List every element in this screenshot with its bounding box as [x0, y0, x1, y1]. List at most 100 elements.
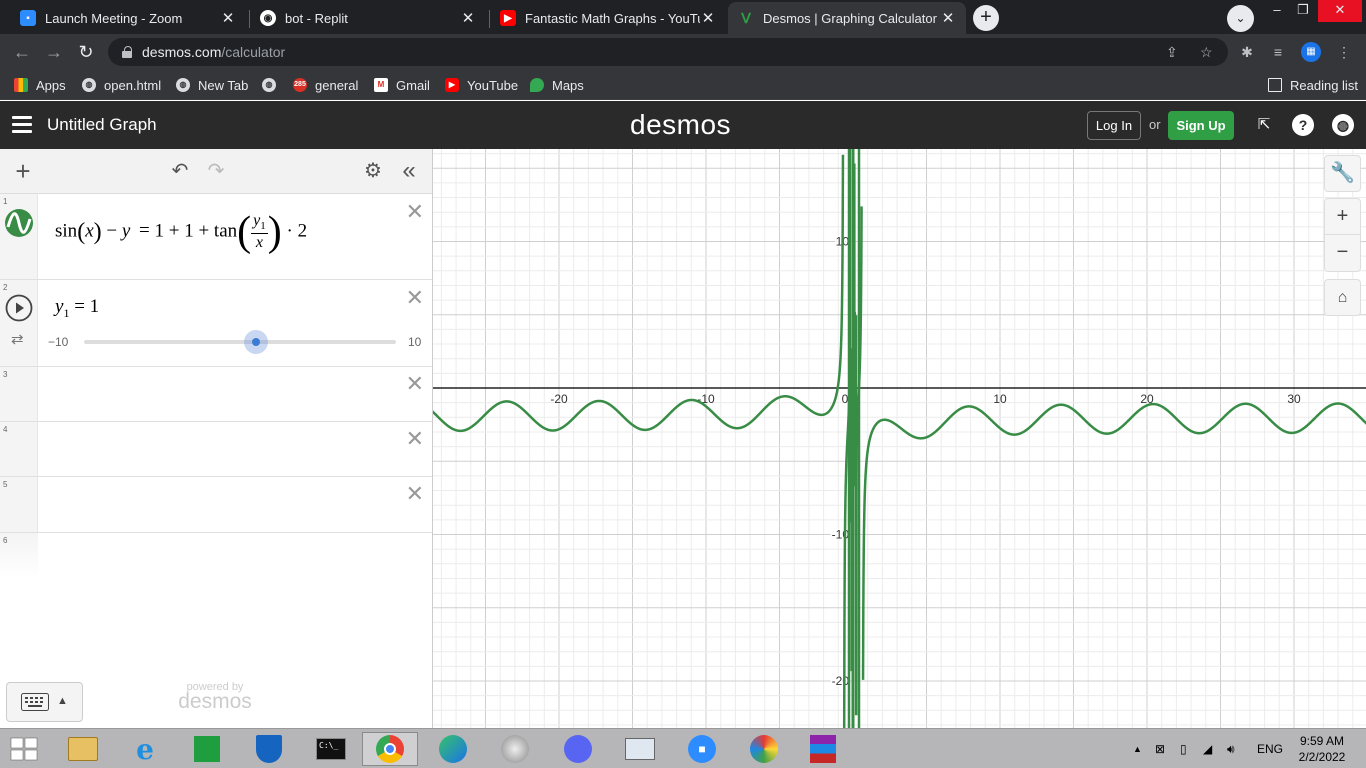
discord-badge-icon: 285: [293, 78, 307, 92]
sin-function: sin: [55, 220, 78, 242]
expression-row-1[interactable]: 1 sin(x) − y = 1 + 1 + tan(y1 x) · 2 ✕: [0, 194, 432, 280]
windows-security-icon[interactable]: [241, 732, 297, 766]
profile-avatar[interactable]: ▦: [1301, 42, 1321, 62]
expression-2-math[interactable]: y1 = 1: [55, 296, 99, 321]
show-hidden-icons[interactable]: ▲: [1133, 729, 1142, 768]
internet-explorer-icon[interactable]: e: [117, 732, 173, 766]
reading-list-button[interactable]: Reading list: [1268, 76, 1358, 94]
language-globe-icon[interactable]: ◍: [1332, 114, 1354, 136]
input-language[interactable]: ENG: [1257, 729, 1283, 768]
undo-icon[interactable]: ↶: [168, 159, 192, 183]
expression-row-5[interactable]: 5 ✕: [0, 477, 432, 533]
menu-icon[interactable]: ⋮: [1334, 42, 1354, 62]
performance-monitor-icon[interactable]: [612, 732, 668, 766]
reload-icon[interactable]: ↻: [74, 40, 98, 64]
bookmark-maps[interactable]: Maps: [530, 76, 584, 94]
slider-min-label[interactable]: −10: [48, 335, 68, 349]
close-window-icon[interactable]: ✕: [1318, 0, 1362, 22]
graph-svg[interactable]: -20 -10 0 10 20 3010-10-20: [433, 149, 1366, 729]
winrar-icon[interactable]: [795, 732, 851, 766]
delete-expression-icon[interactable]: ✕: [406, 483, 424, 505]
discord-icon[interactable]: [550, 732, 606, 766]
media-control-icon[interactable]: ≡: [1268, 42, 1288, 62]
settings-gear-icon[interactable]: ⚙: [361, 159, 385, 183]
delete-expression-icon[interactable]: ✕: [406, 428, 424, 450]
url-host: desmos.com: [142, 44, 222, 60]
close-icon[interactable]: ✕: [700, 9, 716, 27]
minimize-icon[interactable]: –: [1266, 0, 1288, 22]
bookmark-new-tab[interactable]: ◍ New Tab: [176, 76, 248, 94]
bookmark-globe[interactable]: ◍: [262, 76, 284, 94]
share-icon[interactable]: ⇪: [1166, 38, 1178, 66]
tab-zoom[interactable]: ▪ Launch Meeting - Zoom ✕: [10, 2, 246, 34]
zoom-app-icon[interactable]: ■: [674, 732, 730, 766]
x-tick-label: -10: [697, 392, 715, 406]
globe-icon: ◍: [262, 78, 276, 92]
close-icon[interactable]: ✕: [460, 9, 476, 27]
close-icon[interactable]: ✕: [220, 9, 236, 27]
file-explorer-icon[interactable]: [55, 732, 111, 766]
paint-icon[interactable]: [736, 732, 792, 766]
powered-by-desmos[interactable]: powered by desmos: [150, 681, 280, 714]
play-slider-icon[interactable]: [5, 294, 33, 322]
microsoft-store-icon[interactable]: [179, 732, 235, 766]
collapse-panel-icon[interactable]: «: [397, 159, 421, 183]
tab-desmos[interactable]: ᐯ Desmos | Graphing Calculator ✕: [728, 2, 966, 34]
back-icon[interactable]: ←: [10, 40, 34, 64]
expression-1-math[interactable]: sin(x) − y = 1 + 1 + tan(y1 x) · 2: [55, 211, 307, 253]
tab-youtube[interactable]: ▶ Fantastic Math Graphs - YouTube ✕: [490, 2, 726, 34]
redo-icon[interactable]: ↷: [204, 159, 228, 183]
tab-search-icon[interactable]: ⌄: [1227, 5, 1254, 32]
bookmark-gmail[interactable]: M Gmail: [374, 76, 430, 94]
chrome-icon[interactable]: [362, 732, 418, 766]
system-clock[interactable]: 9:59 AM 2/2/2022: [1290, 729, 1354, 768]
extensions-icon[interactable]: ✱: [1237, 42, 1257, 62]
expression-row-2[interactable]: 2 ⇄ y1 = 1 ✕: [0, 280, 432, 367]
default-zoom-home-icon[interactable]: ⌂: [1324, 279, 1361, 316]
keyboard-toggle-button[interactable]: ▲: [6, 682, 83, 722]
command-prompt-icon[interactable]: C:\_: [303, 732, 359, 766]
share-graph-icon[interactable]: ⇱: [1253, 114, 1275, 136]
wifi-signal-icon[interactable]: ◢: [1203, 729, 1212, 768]
hamburger-menu-icon[interactable]: [12, 116, 32, 134]
volume-icon[interactable]: 🔊︎: [1227, 729, 1235, 768]
delete-expression-icon[interactable]: ✕: [406, 373, 424, 395]
new-tab-button[interactable]: +: [973, 5, 999, 31]
graph-settings-wrench-icon[interactable]: 🔧: [1324, 155, 1361, 192]
zoom-out-button[interactable]: −: [1324, 235, 1361, 272]
restore-icon[interactable]: ❐: [1292, 0, 1314, 22]
slider-handle[interactable]: [243, 330, 268, 354]
loop-icon[interactable]: ⇄: [11, 330, 24, 348]
edge-icon[interactable]: [425, 732, 481, 766]
bookmark-open-html[interactable]: ◍ open.html: [82, 76, 161, 94]
add-expression-icon[interactable]: +: [11, 158, 35, 184]
bookmark-general[interactable]: 285 general: [293, 76, 358, 94]
network-error-icon[interactable]: ⊠: [1155, 729, 1165, 768]
address-bar[interactable]: desmos.com/calculator ⇪ ☆: [108, 38, 1228, 66]
expression-row-4[interactable]: 4 ✕: [0, 422, 432, 477]
zoom-in-button[interactable]: +: [1324, 198, 1361, 235]
slider-max-label[interactable]: 10: [408, 335, 421, 349]
expression-row-3[interactable]: 3 ✕: [0, 367, 432, 422]
tab-replit[interactable]: ◉ bot - Replit ✕: [250, 2, 486, 34]
delete-expression-icon[interactable]: ✕: [406, 287, 424, 309]
fraction: y1 x: [251, 212, 268, 251]
speaker-app-icon[interactable]: [487, 732, 543, 766]
forward-icon[interactable]: →: [42, 40, 66, 64]
replit-icon: ◉: [260, 10, 276, 26]
bookmark-youtube[interactable]: ▶ YouTube: [445, 76, 518, 94]
login-button[interactable]: Log In: [1087, 111, 1141, 140]
graph-title[interactable]: Untitled Graph: [47, 115, 157, 135]
curve-color-icon[interactable]: [4, 208, 34, 238]
close-icon[interactable]: ✕: [940, 9, 956, 27]
bookmark-apps[interactable]: Apps: [14, 76, 66, 94]
delete-expression-icon[interactable]: ✕: [406, 201, 424, 223]
slider-track[interactable]: [84, 340, 396, 344]
bookmark-star-icon[interactable]: ☆: [1200, 38, 1213, 66]
battery-icon[interactable]: ▯: [1180, 729, 1187, 768]
signup-button[interactable]: Sign Up: [1168, 111, 1234, 140]
graph-canvas[interactable]: -20 -10 0 10 20 30 10 -10 -20: [433, 149, 1366, 729]
help-icon[interactable]: ?: [1292, 114, 1314, 136]
start-button[interactable]: [0, 732, 48, 766]
expression-row-6[interactable]: 6: [0, 533, 432, 579]
